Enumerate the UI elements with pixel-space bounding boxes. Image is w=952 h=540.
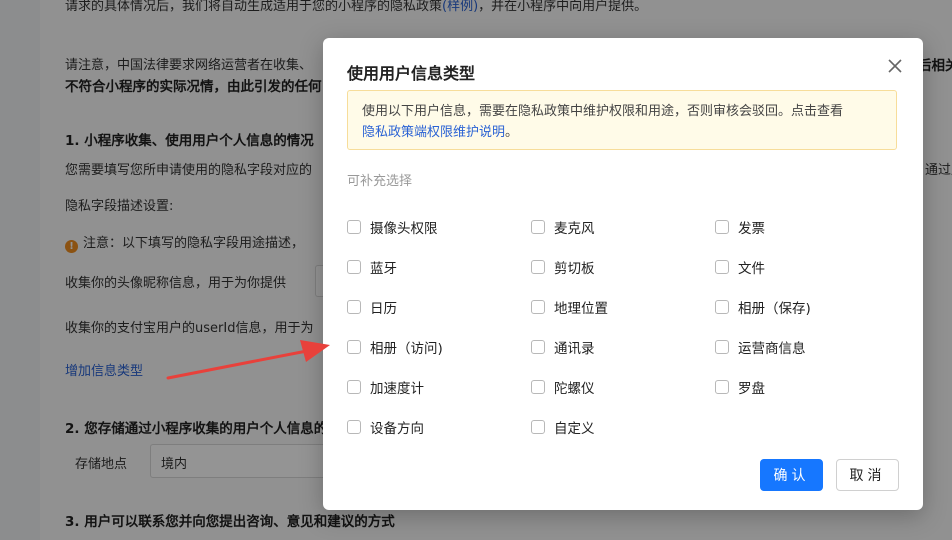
red-arrow-annotation [166, 340, 330, 380]
